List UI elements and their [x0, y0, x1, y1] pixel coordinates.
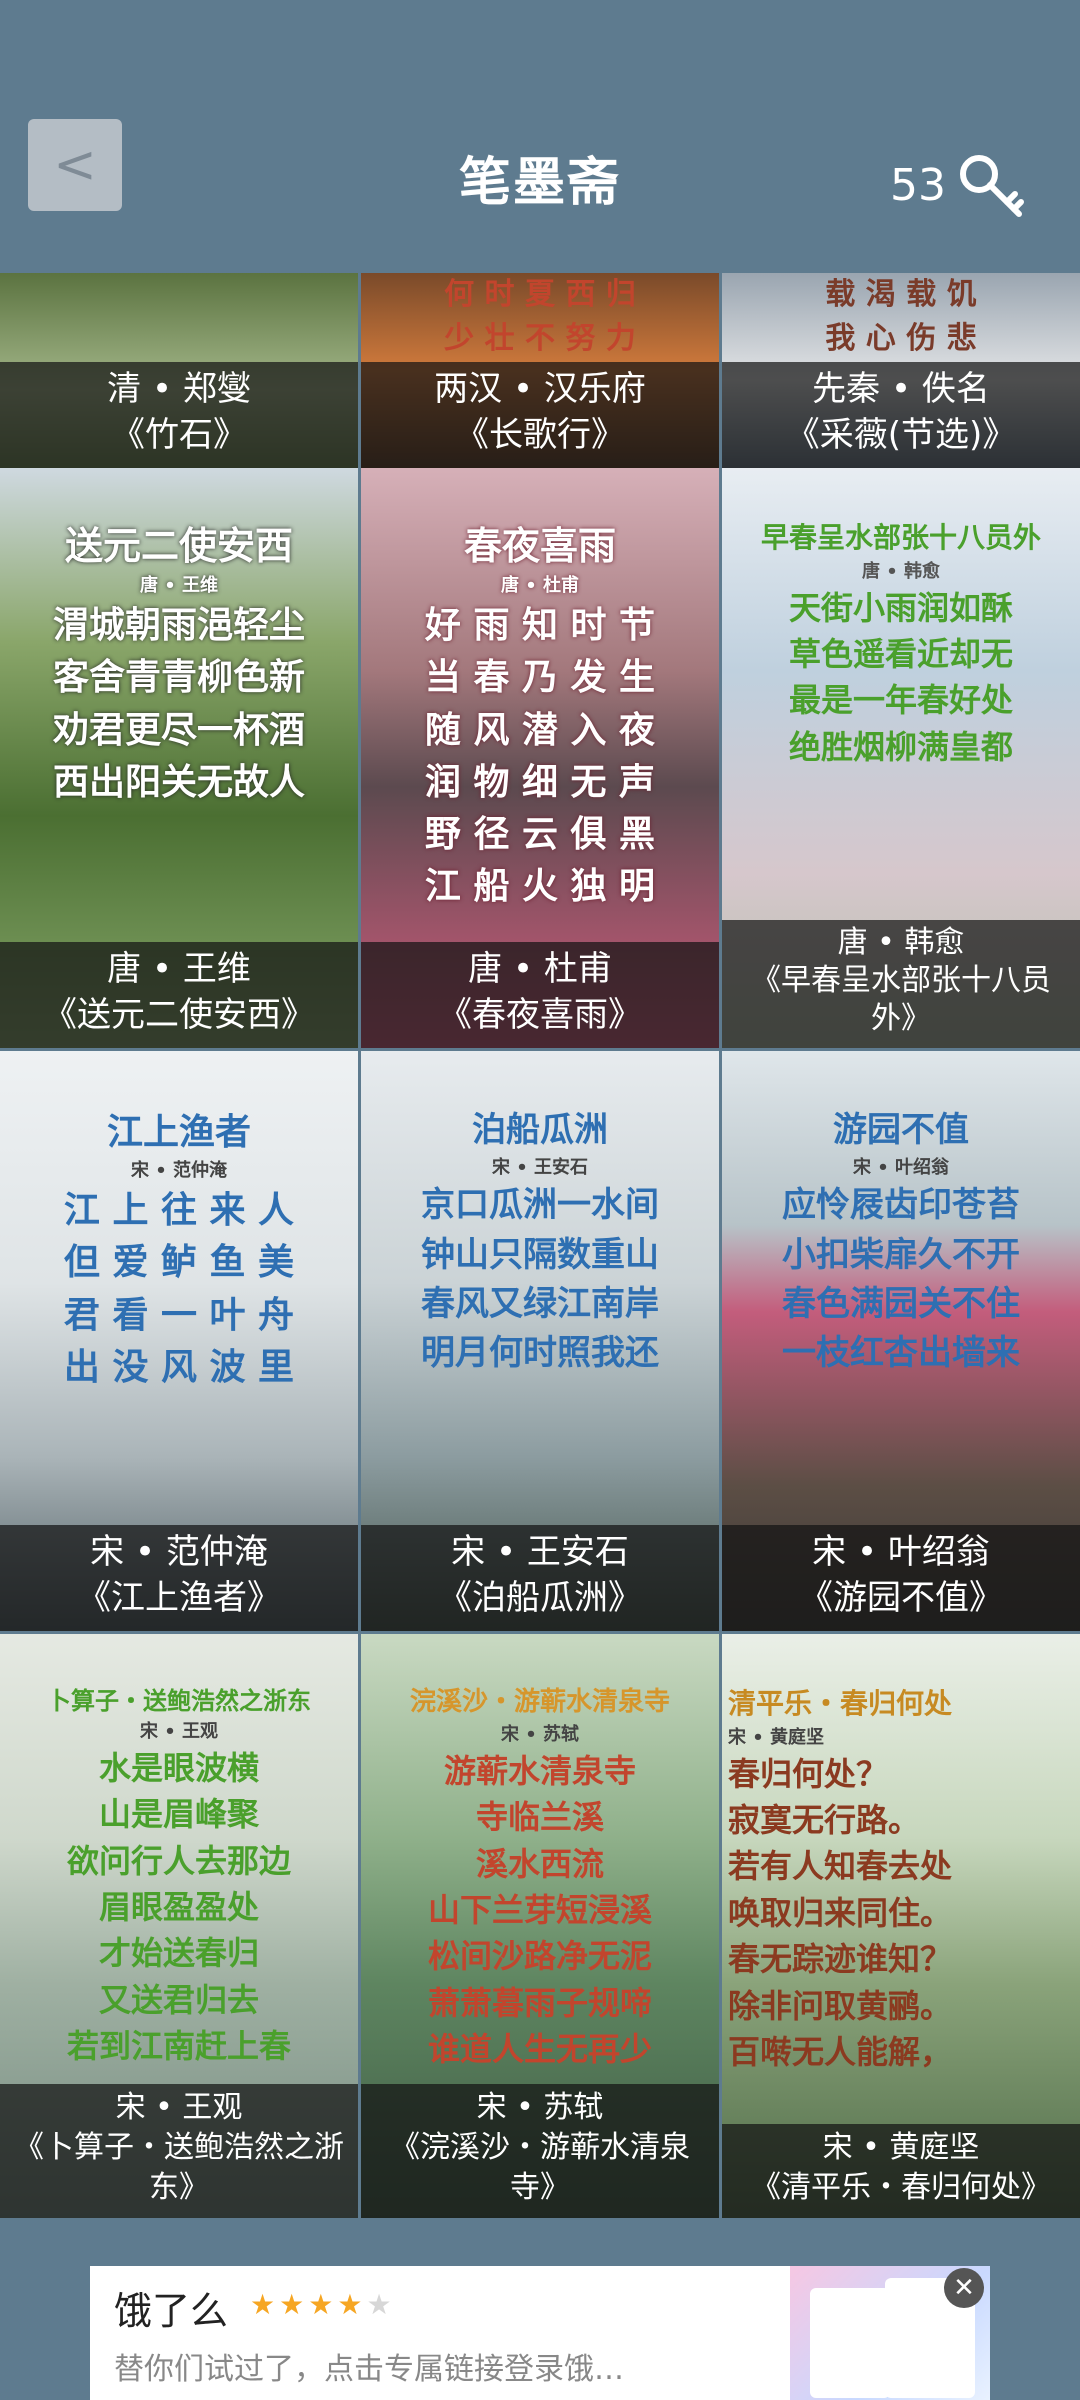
card-work: 《竹石》: [111, 415, 247, 455]
grid-row: 送元二使安西 唐 • 王维 渭城朝雨浥轻尘 客舍青青柳色新 劝君更尽一杯酒 西出…: [0, 468, 1080, 1048]
poem-grid: 清 • 郑燮 《竹石》 何 时 夏 西 归 少 壮 不 努 力 两汉 • 汉乐府…: [0, 273, 1080, 2218]
header-bar: < 笔墨斋 53: [0, 0, 1080, 273]
card-caption: 宋 • 王安石 《泊船瓜洲》: [361, 1525, 719, 1631]
card-poem: 游园不值 宋 • 叶绍翁 应怜屐齿印苍苔 小扣柴扉久不开 春色满园关不住 一枝红…: [782, 1110, 1020, 1374]
card-caption: 宋 • 范仲淹 《江上渔者》: [0, 1525, 358, 1631]
card-author: 两汉 • 汉乐府: [434, 369, 646, 409]
card-caption: 宋 • 王观 《卜算子・送鲍浩然之浙东》: [0, 2084, 358, 2218]
card-poem: 早春呈水部张十八员外 唐 • 韩愈 天街小雨润如酥 草色遥看近却无 最是一年春好…: [760, 521, 1041, 766]
card-work: 《江上渔者》: [77, 1578, 281, 1618]
card-work: 《早春呈水部张十八员外》: [751, 963, 1051, 1036]
card-work: 《浣溪沙・游蕲水清泉寺》: [390, 2130, 690, 2205]
ad-title: 饿了么: [114, 2289, 229, 2333]
card-work: 《泊船瓜洲》: [438, 1578, 642, 1618]
card-poem: 春夜喜雨 唐 • 杜甫 好 雨 知 时 节 当 春 乃 发 生 随 风 潜 入 …: [424, 523, 656, 908]
card-poem: 江上渔者 宋 • 范仲淹 江 上 往 来 人 但 爱 鲈 鱼 美 君 看 一 叶…: [63, 1111, 295, 1388]
card-work: 《卜算子・送鲍浩然之浙东》: [14, 2130, 344, 2205]
card-caption: 先秦 • 佚名 《采薇(节选)》: [722, 362, 1080, 468]
star-icon: ★: [308, 2288, 338, 2321]
card-poem: 载 渴 载 饥 我 心 伤 悲: [825, 277, 977, 356]
card-caption: 唐 • 韩愈 《早春呈水部张十八员外》: [722, 920, 1080, 1048]
card-author: 唐 • 王维: [107, 949, 251, 989]
card-poem: 泊船瓜洲 宋 • 王安石 京口瓜洲一水间 钟山只隔数重山 春风又绿江南岸 明月何…: [421, 1110, 659, 1374]
card-author: 宋 • 王观: [115, 2090, 243, 2125]
poem-card[interactable]: 载 渴 载 饥 我 心 伤 悲 先秦 • 佚名 《采薇(节选)》: [722, 273, 1080, 468]
card-poem: 卜算子・送鲍浩然之浙东 宋 • 王观 水是眼波横 山是眉峰聚 欲问行人去那边 眉…: [47, 1686, 311, 2066]
grid-row: 清 • 郑燮 《竹石》 何 时 夏 西 归 少 壮 不 努 力 两汉 • 汉乐府…: [0, 273, 1080, 468]
card-author: 先秦 • 佚名: [812, 369, 990, 409]
grid-row: 卜算子・送鲍浩然之浙东 宋 • 王观 水是眼波横 山是眉峰聚 欲问行人去那边 眉…: [0, 1634, 1080, 2218]
card-author: 宋 • 范仲淹: [90, 1532, 268, 1572]
card-caption: 唐 • 王维 《送元二使安西》: [0, 942, 358, 1048]
ad-banner[interactable]: 饿了么 ★★★★★ 替你们试过了，点击专属链接登录饿…: [90, 2266, 990, 2400]
poem-card[interactable]: 江上渔者 宋 • 范仲淹 江 上 往 来 人 但 爱 鲈 鱼 美 君 看 一 叶…: [0, 1051, 358, 1631]
card-author: 唐 • 杜甫: [468, 949, 612, 989]
card-author: 宋 • 叶绍翁: [812, 1532, 990, 1572]
card-caption: 两汉 • 汉乐府 《长歌行》: [361, 362, 719, 468]
close-icon[interactable]: ✕: [944, 2268, 984, 2308]
ad-rating: ★★★★★: [250, 2288, 396, 2321]
card-poem: 送元二使安西 唐 • 王维 渭城朝雨浥轻尘 客舍青青柳色新 劝君更尽一杯酒 西出…: [52, 523, 305, 803]
poem-card[interactable]: 清平乐・春归何处 宋 • 黄庭坚 春归何处？ 寂寞无行路。 若有人知春去处 唤取…: [722, 1634, 1080, 2218]
key-count: 53: [890, 160, 946, 211]
card-work: 《清平乐・春归何处》: [751, 2170, 1051, 2205]
star-icon: ★: [337, 2288, 367, 2321]
poem-card[interactable]: 清 • 郑燮 《竹石》: [0, 273, 358, 468]
card-author: 清 • 郑燮: [107, 369, 251, 409]
ad-subtitle: 替你们试过了，点击专属链接登录饿…: [114, 2352, 624, 2387]
card-work: 《送元二使安西》: [43, 995, 315, 1035]
card-caption: 宋 • 叶绍翁 《游园不值》: [722, 1525, 1080, 1631]
card-work: 《春夜喜雨》: [438, 995, 642, 1035]
key-icon[interactable]: [955, 150, 1027, 222]
poem-card[interactable]: 游园不值 宋 • 叶绍翁 应怜屐齿印苍苔 小扣柴扉久不开 春色满园关不住 一枝红…: [722, 1051, 1080, 1631]
poem-card[interactable]: 泊船瓜洲 宋 • 王安石 京口瓜洲一水间 钟山只隔数重山 春风又绿江南岸 明月何…: [361, 1051, 719, 1631]
poem-card[interactable]: 早春呈水部张十八员外 唐 • 韩愈 天街小雨润如酥 草色遥看近却无 最是一年春好…: [722, 468, 1080, 1048]
card-caption: 宋 • 苏轼 《浣溪沙・游蕲水清泉寺》: [361, 2084, 719, 2218]
card-work: 《采薇(节选)》: [785, 415, 1017, 455]
card-author: 宋 • 王安石: [451, 1532, 629, 1572]
card-poem: 何 时 夏 西 归 少 壮 不 努 力: [444, 277, 636, 356]
poem-card[interactable]: 何 时 夏 西 归 少 壮 不 努 力 两汉 • 汉乐府 《长歌行》: [361, 273, 719, 468]
card-caption: 清 • 郑燮 《竹石》: [0, 362, 358, 468]
card-author: 宋 • 黄庭坚: [822, 2130, 980, 2165]
poem-card[interactable]: 卜算子・送鲍浩然之浙东 宋 • 王观 水是眼波横 山是眉峰聚 欲问行人去那边 眉…: [0, 1634, 358, 2218]
card-author: 宋 • 苏轼: [476, 2090, 604, 2125]
card-work: 《游园不值》: [799, 1578, 1003, 1618]
card-poem: 清平乐・春归何处 宋 • 黄庭坚 春归何处？ 寂寞无行路。 若有人知春去处 唤取…: [728, 1687, 953, 2072]
card-poem: 浣溪沙・游蕲水清泉寺 宋 • 苏轼 游蕲水清泉寺 寺临兰溪 溪水西流 山下兰芽短…: [409, 1687, 670, 2069]
poem-card[interactable]: 春夜喜雨 唐 • 杜甫 好 雨 知 时 节 当 春 乃 发 生 随 风 潜 入 …: [361, 468, 719, 1048]
star-icon: ★: [279, 2288, 309, 2321]
card-work: 《长歌行》: [455, 415, 625, 455]
card-caption: 唐 • 杜甫 《春夜喜雨》: [361, 942, 719, 1048]
poem-card[interactable]: 送元二使安西 唐 • 王维 渭城朝雨浥轻尘 客舍青青柳色新 劝君更尽一杯酒 西出…: [0, 468, 358, 1048]
card-caption: 宋 • 黄庭坚 《清平乐・春归何处》: [722, 2124, 1080, 2218]
card-author: 唐 • 韩愈: [837, 925, 965, 960]
phone-mockup-icon: [810, 2288, 890, 2398]
poem-card[interactable]: 浣溪沙・游蕲水清泉寺 宋 • 苏轼 游蕲水清泉寺 寺临兰溪 溪水西流 山下兰芽短…: [361, 1634, 719, 2218]
grid-row: 江上渔者 宋 • 范仲淹 江 上 往 来 人 但 爱 鲈 鱼 美 君 看 一 叶…: [0, 1051, 1080, 1631]
star-icon: ★: [250, 2288, 280, 2321]
star-icon: ★: [366, 2288, 396, 2321]
